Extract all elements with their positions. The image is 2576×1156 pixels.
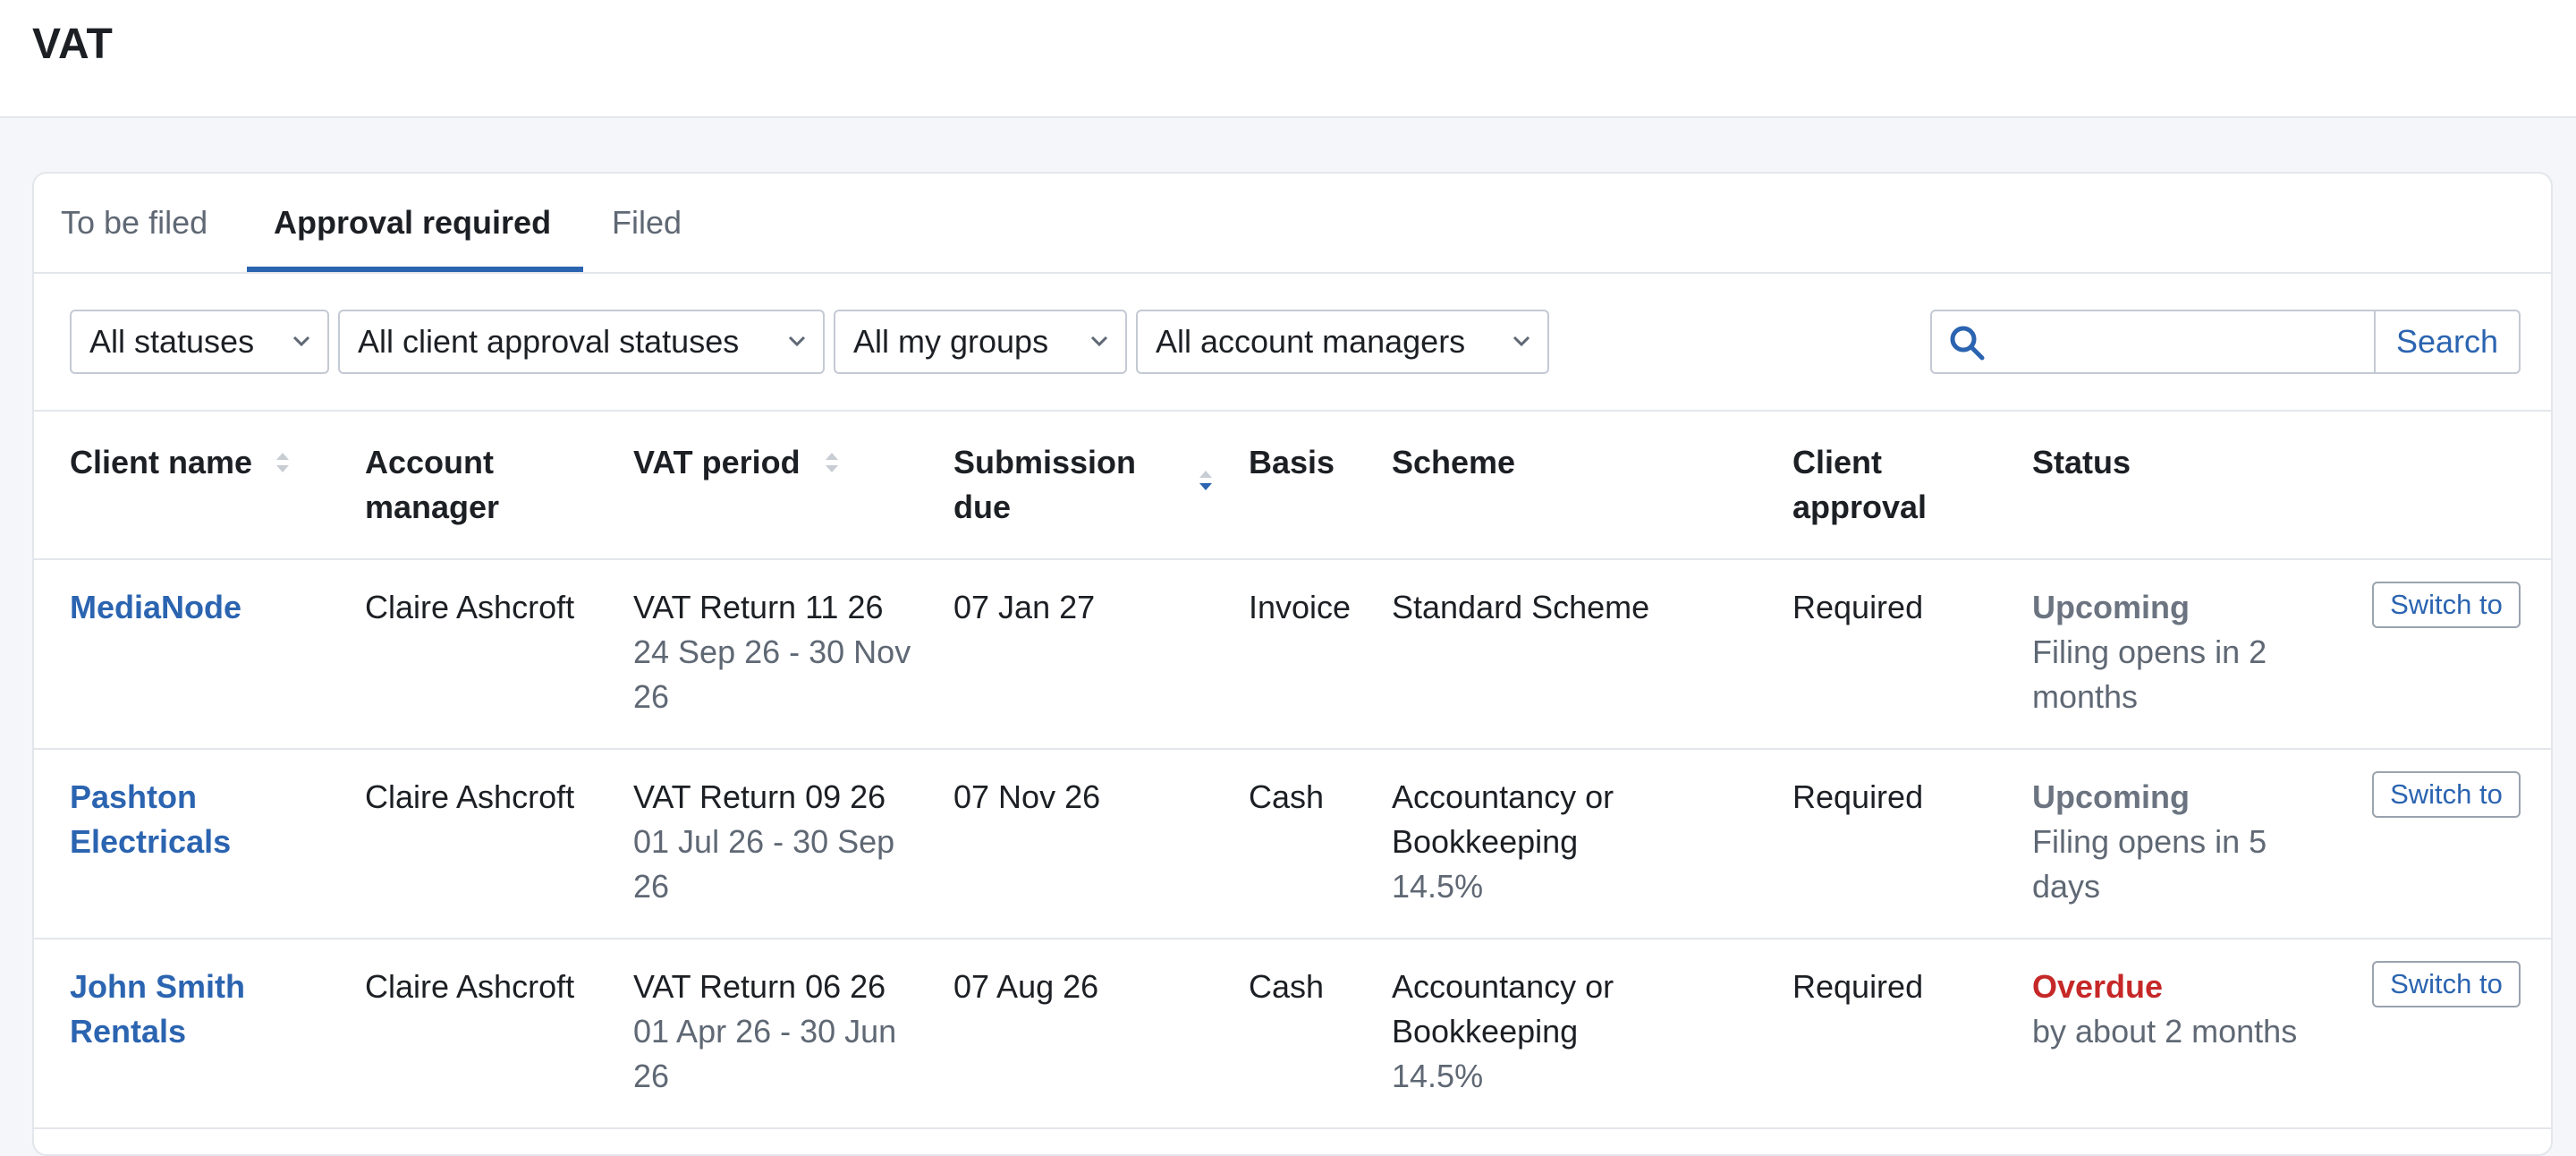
row-divider [34, 1127, 2551, 1129]
account-manager-cell: Claire Ashcroft [365, 968, 575, 1005]
status-detail: Filing opens in 5 days [2032, 823, 2267, 905]
status-cell: Upcoming Filing opens in 2 months [2032, 585, 2318, 719]
tab-approval-required[interactable]: Approval required [274, 174, 551, 272]
sort-icon[interactable] [274, 447, 292, 478]
vat-period-dates: 24 Sep 26 - 30 Nov 26 [633, 633, 911, 715]
scheme-cell: Standard Scheme [1392, 585, 1750, 630]
scheme-name: Accountancy or Bookkeeping [1392, 778, 1614, 860]
client-approval-filter-value: All client approval statuses [358, 323, 740, 360]
client-approval-filter-select[interactable]: All client approval statuses [338, 310, 825, 374]
switch-to-button[interactable]: Switch to [2372, 771, 2521, 818]
vat-return-name: VAT Return 09 26 [633, 778, 886, 815]
status-cell: Overdue by about 2 months [2032, 965, 2336, 1054]
column-header-basis: Basis [1249, 444, 1335, 480]
submission-due-cell: 07 Jan 27 [953, 589, 1096, 625]
chevron-down-icon [292, 336, 310, 347]
scheme-name: Accountancy or Bookkeeping [1392, 968, 1614, 1050]
vat-card: To be filed Approval required Filed All … [32, 172, 2553, 1156]
status-filter-select[interactable]: All statuses [70, 310, 329, 374]
sort-icon[interactable] [823, 447, 841, 478]
tab-filed[interactable]: Filed [612, 174, 682, 272]
submission-due-cell: 07 Nov 26 [953, 778, 1101, 815]
chevron-down-icon [1513, 336, 1530, 347]
status-filter-value: All statuses [89, 323, 255, 360]
status-badge: Upcoming [2032, 778, 2190, 815]
client-name-link[interactable]: Pashton Electricals [70, 775, 302, 864]
page-title: VAT [32, 21, 114, 68]
row-divider [34, 748, 2551, 750]
scheme-cell: Accountancy or Bookkeeping 14.5% [1392, 775, 1660, 909]
vat-period-dates: 01 Apr 26 - 30 Jun 26 [633, 1013, 897, 1094]
account-manager-cell: Claire Ashcroft [365, 778, 575, 815]
client-approval-cell: Required [1792, 968, 1924, 1005]
vat-period-cell: VAT Return 11 26 24 Sep 26 - 30 Nov 26 [633, 585, 919, 719]
status-badge: Upcoming [2032, 589, 2190, 625]
vat-period-cell: VAT Return 09 26 01 Jul 26 - 30 Sep 26 [633, 775, 919, 909]
client-approval-cell: Required [1792, 778, 1924, 815]
sort-descending-icon[interactable] [1197, 465, 1215, 496]
scheme-cell: Accountancy or Bookkeeping 14.5% [1392, 965, 1660, 1099]
column-header-scheme: Scheme [1392, 444, 1516, 480]
chevron-down-icon [1090, 336, 1108, 347]
active-tab-indicator [247, 267, 583, 272]
groups-filter-select[interactable]: All my groups [834, 310, 1127, 374]
basis-cell: Invoice [1249, 589, 1352, 625]
status-detail: by about 2 months [2032, 1013, 2298, 1050]
column-header-submission-due[interactable]: Submission due [953, 440, 1195, 530]
vat-period-dates: 01 Jul 26 - 30 Sep 26 [633, 823, 895, 905]
scheme-rate: 14.5% [1392, 1058, 1484, 1094]
column-header-account-manager: Account manager [365, 444, 500, 525]
vat-return-name: VAT Return 06 26 [633, 968, 886, 1005]
groups-filter-value: All my groups [853, 323, 1049, 360]
tab-bar: To be filed Approval required Filed [34, 174, 2551, 274]
client-name-link[interactable]: MediaNode [70, 585, 302, 630]
search-button[interactable]: Search [2374, 311, 2519, 372]
switch-to-button[interactable]: Switch to [2372, 582, 2521, 628]
account-managers-filter-select[interactable]: All account managers [1136, 310, 1549, 374]
vat-period-cell: VAT Return 06 26 01 Apr 26 - 30 Jun 26 [633, 965, 919, 1099]
search-icon [1950, 326, 1985, 361]
status-badge: Overdue [2032, 968, 2164, 1005]
account-manager-cell: Claire Ashcroft [365, 589, 575, 625]
account-managers-filter-value: All account managers [1156, 323, 1466, 360]
status-cell: Upcoming Filing opens in 5 days [2032, 775, 2318, 909]
column-header-client-name[interactable]: Client name [70, 440, 252, 485]
search-input[interactable] [2000, 317, 2361, 369]
scheme-name: Standard Scheme [1392, 589, 1650, 625]
scheme-rate: 14.5% [1392, 868, 1484, 905]
basis-cell: Cash [1249, 968, 1325, 1005]
basis-cell: Cash [1249, 778, 1325, 815]
status-detail: Filing opens in 2 months [2032, 633, 2267, 715]
column-header-client-approval: Client approval [1792, 444, 1928, 525]
vat-return-name: VAT Return 11 26 [633, 589, 884, 625]
row-divider [34, 938, 2551, 939]
tab-to-be-filed[interactable]: To be filed [61, 174, 208, 272]
switch-to-button[interactable]: Switch to [2372, 961, 2521, 1007]
chevron-down-icon [788, 336, 806, 347]
table-header-divider [34, 558, 2551, 560]
client-name-link[interactable]: John Smith Rentals [70, 965, 302, 1054]
search-box: Search [1930, 310, 2521, 374]
submission-due-cell: 07 Aug 26 [953, 968, 1099, 1005]
column-header-vat-period[interactable]: VAT period [633, 440, 801, 485]
client-approval-cell: Required [1792, 589, 1924, 625]
page-header: VAT [0, 0, 2576, 118]
column-header-status: Status [2032, 444, 2131, 480]
